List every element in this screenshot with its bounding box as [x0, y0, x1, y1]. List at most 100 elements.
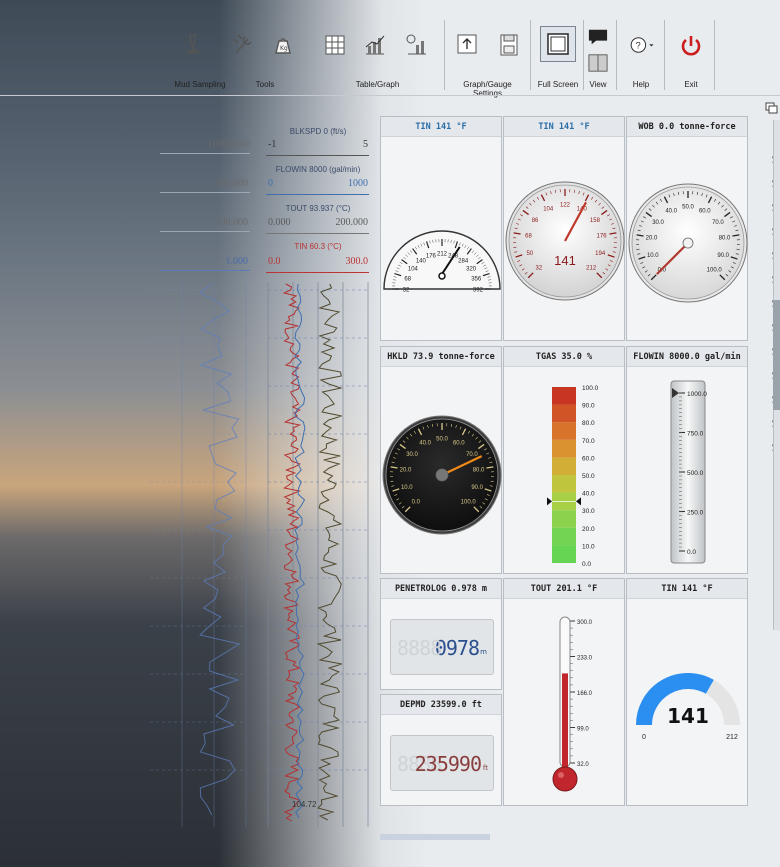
- graph-settings-button[interactable]: [452, 28, 482, 62]
- gauge-panel-tin-semicircle[interactable]: TIN 141 °F 32681041401762122482843203563…: [380, 116, 502, 341]
- bar-segment: [552, 545, 576, 563]
- tick-label: 500.0: [687, 470, 704, 477]
- help-button[interactable]: ?: [624, 28, 660, 62]
- left-track-curve: [199, 283, 241, 816]
- tick-label: 158: [590, 218, 601, 224]
- exit-label: Exit: [684, 80, 698, 89]
- tin-curve: [282, 283, 302, 822]
- gauge-panel-tout[interactable]: TOUT 201.1 °F 300.0 233.0 166.0 99.0 32.0: [503, 578, 625, 806]
- track-scale-line: [266, 155, 369, 156]
- gauge-panel-penetrolog[interactable]: PENETROLOG 0.978 m 0978 8888 m: [380, 578, 502, 690]
- tick-label: 30.0: [406, 452, 418, 458]
- gauge-title: HKLD 73.9 tonne-force: [381, 347, 501, 367]
- gauge-panel-tin-dial[interactable]: TIN 141 °F 32506886104122140158176194212…: [503, 116, 625, 341]
- mercury-column: [562, 673, 568, 771]
- arc-max-label: 212: [726, 734, 738, 741]
- power-icon: [681, 36, 701, 56]
- thermo-bulb: [552, 766, 578, 792]
- ribbon-divider: [664, 20, 665, 90]
- tick-label: 392: [473, 288, 484, 294]
- gauge-title: TIN 141 °F: [627, 579, 747, 599]
- full-screen-button[interactable]: [540, 26, 576, 62]
- track-max: 1.000: [225, 256, 249, 267]
- tick-label: 10.0: [582, 543, 595, 550]
- track-scale-line: [160, 231, 250, 232]
- gauge-title: FLOWIN 8000.0 gal/min: [627, 347, 747, 367]
- tick-label: 80.0: [473, 468, 485, 474]
- tick-label: 176: [597, 234, 608, 240]
- semicircle-gauge: 3268104140176212248284320356392: [383, 230, 501, 294]
- ribbon-divider: [444, 20, 445, 90]
- wrench-icon: [233, 34, 252, 54]
- track-max: 300.0: [345, 256, 369, 267]
- track-header-flowin: FLOWIN 8000 (gal/min): [275, 165, 361, 174]
- tick-label: 233.0: [577, 656, 593, 662]
- track-min: 0.000: [268, 217, 291, 228]
- bar-segment: [552, 510, 576, 528]
- depth-label: 104.72: [292, 800, 317, 809]
- ribbon-toolbar: Mud Sampling Kg Tools Table/Graph Graph/…: [0, 0, 780, 98]
- tick-label: 176: [426, 253, 437, 259]
- mud-sampling-button[interactable]: [178, 28, 208, 62]
- tick-label: 90.0: [582, 403, 595, 410]
- tick-label: 140: [416, 258, 427, 264]
- tick-label: 99.0: [577, 727, 589, 733]
- lcd-unit: ft: [482, 764, 488, 772]
- bar-segment: [552, 387, 576, 405]
- table-button[interactable]: [320, 28, 350, 62]
- tools-wrench-button[interactable]: [228, 28, 258, 62]
- bar-graph-icon: [365, 35, 385, 55]
- table-icon: [325, 35, 345, 55]
- gauge-title: WOB 0.0 tonne-force: [627, 117, 747, 137]
- gauge-panel-hkld[interactable]: HKLD 73.9 tonne-force 0.0 10.0 20.0 30.0 40.…: [380, 346, 502, 574]
- gauge-title: DEPMD 23599.0 ft: [381, 695, 501, 715]
- gauge-panel-wob[interactable]: WOB 0.0 tonne-force 0.010.020.030.040.05…: [626, 116, 748, 341]
- track-scale-line: [160, 153, 250, 154]
- track-scale-line: [160, 192, 250, 193]
- tick-label: 0.0: [687, 549, 696, 556]
- gauge-readout: 141: [554, 253, 576, 268]
- table-graph-button[interactable]: [402, 28, 432, 62]
- svg-text:?: ?: [636, 41, 641, 51]
- gauge-title: TGAS 35.0 %: [504, 347, 624, 367]
- dial-gauge: 32506886104122140158176194212141: [505, 181, 625, 301]
- gauge-panel-flowin[interactable]: FLOWIN 8000.0 gal/min 1000.0 750.0 500.0 25…: [626, 346, 748, 574]
- view-layout-button[interactable]: [586, 52, 610, 74]
- tick-label: 86: [532, 218, 539, 224]
- view-comment-button[interactable]: [586, 26, 610, 48]
- lcd-ghost-digits: 8888: [397, 636, 442, 660]
- graph-button[interactable]: [360, 28, 390, 62]
- scroll-indicator[interactable]: [380, 834, 490, 840]
- tick-label: 122: [560, 203, 571, 209]
- tick-label: 284: [458, 258, 469, 264]
- track-scale-line: [266, 233, 369, 234]
- left-track-grid: [150, 282, 247, 827]
- gauge-settings-button[interactable]: [494, 28, 524, 62]
- ribbon-divider: [714, 20, 715, 90]
- exit-button[interactable]: [676, 28, 706, 62]
- bar-segment: [552, 527, 576, 546]
- bar-segment: [552, 457, 576, 475]
- tick-label: 90.0: [471, 485, 483, 491]
- view-label: View: [589, 80, 607, 89]
- tick-label: 100.0: [707, 268, 723, 274]
- gauge-title: TIN 141 °F: [381, 117, 501, 137]
- tick-label: 10.0: [401, 485, 413, 491]
- tick-label: 68: [525, 234, 532, 240]
- right-scrollbar-thumb[interactable]: [773, 300, 780, 410]
- gauge-panel-depmd[interactable]: DEPMD 23599.0 ft 8888 235990 ft: [380, 694, 502, 806]
- dial-gauge: 0.010.020.030.040.050.060.070.080.090.01…: [628, 183, 748, 303]
- tools-weight-button[interactable]: Kg: [268, 28, 298, 62]
- gauge-panel-tin-arc[interactable]: TIN 141 °F 141 0 212: [626, 578, 748, 806]
- tick-label: 50.0: [682, 205, 694, 211]
- dark-dial-gauge: 0.0 10.0 20.0 30.040.0 50.0 60.070.0 80.0 90.0 1…: [382, 415, 502, 535]
- bar-segment: [552, 475, 576, 493]
- gauge-panel-tgas[interactable]: TGAS 35.0 % 100.0 90.0 80.0 70.0 60.0 50.0 40.…: [503, 346, 625, 574]
- tick-label: 68: [404, 276, 411, 282]
- lcd-digits: 0978: [434, 636, 480, 660]
- needle-hub: [682, 237, 694, 249]
- save-icon: [500, 34, 518, 56]
- gauge-title: TIN 141 °F: [504, 117, 624, 137]
- needle-hub: [438, 272, 446, 280]
- table-graph-label: Table/Graph: [355, 80, 400, 89]
